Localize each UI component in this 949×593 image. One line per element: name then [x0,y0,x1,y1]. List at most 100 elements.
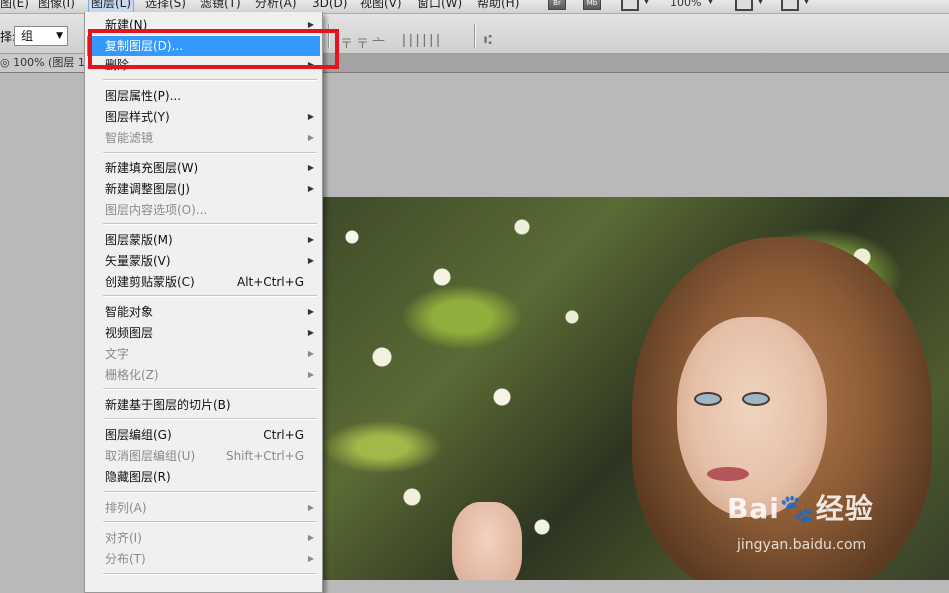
bridge-icon[interactable]: Br [548,0,566,10]
photo-hand [452,502,522,580]
menu-item-label: 新建填充图层(W) [105,161,199,175]
menu-item-layer-properties[interactable]: 图层属性(P)... [87,86,320,106]
menu-help[interactable]: 帮助(H) [477,0,519,12]
menu-item-label: 创建剪贴蒙版(C) [105,275,195,289]
extras-icon[interactable] [621,0,639,11]
menu-divider [103,388,317,390]
menu-divider [103,295,317,297]
menu-window[interactable]: 窗口(W) [417,0,462,12]
auto-align-icon[interactable]: ⑆ [484,33,495,48]
mini-bridge-icon[interactable]: Mb [583,0,601,10]
menu-select[interactable]: 选择(S) [145,0,186,12]
auto-select-dropdown[interactable]: 组 ▼ [14,26,68,46]
align-icons[interactable]: 〒〒亠 [340,33,388,52]
menu-item-label: 图层样式(Y) [105,110,170,124]
screen-mode-icon[interactable] [781,0,799,11]
menu-divider [103,79,317,81]
menu-item-label: 新建基于图层的切片(B) [105,398,231,412]
menu-divider [103,491,317,493]
menu-item-label: 栅格化(Z) [105,368,159,382]
menu-image[interactable]: 图像(I) [38,0,75,12]
distribute-icons[interactable]: ǀǀǀǀǀǀ [402,33,443,48]
menu-item-shortcut: Alt+Ctrl+G [236,275,304,289]
menu-item-label: 矢量蒙版(V) [105,254,171,268]
menu-item-shortcut: Ctrl+G [263,428,304,442]
menu-analysis[interactable]: 分析(A) [255,0,297,12]
submenu-arrow-icon: ▶ [307,503,314,512]
divider [474,24,476,48]
chevron-down-icon[interactable]: ▼ [757,0,764,6]
menu-item-video-layer[interactable]: 视频图层 ▶ [87,323,320,343]
submenu-arrow-icon: ▶ [307,328,314,337]
menu-item-label: 智能对象 [105,305,154,319]
menu-item-arrange[interactable]: 排列(A) ▶ [87,498,320,518]
menu-item-vector-mask[interactable]: 矢量蒙版(V) ▶ [87,251,320,271]
menu-item-label: 视频图层 [105,326,154,340]
menu-item-label: 文字 [105,347,130,361]
menu-item-layer-style[interactable]: 图层样式(Y) ▶ [87,107,320,127]
menu-divider [103,223,317,225]
menu-filter[interactable]: 滤镜(T) [200,0,241,12]
submenu-arrow-icon: ▶ [307,163,314,172]
zoom-level[interactable]: 100% [670,0,701,9]
menu-divider [103,418,317,420]
menu-item-group-layers[interactable]: 图层编组(G) Ctrl+G [87,425,320,445]
menu-item-label: 新建调整图层(J) [105,182,190,196]
menu-item-smart-filter[interactable]: 智能滤镜 ▶ [87,128,320,148]
menu-item-type[interactable]: 文字 ▶ [87,344,320,364]
menu-view[interactable]: 视图(V) [360,0,402,12]
menu-item-layer-content-options[interactable]: 图层内容选项(O)... [87,200,320,220]
submenu-arrow-icon: ▶ [307,235,314,244]
menu-item-align[interactable]: 对齐(I) ▶ [87,528,320,548]
menu-item-label: 排列(A) [105,501,147,515]
layer-menu: 新建(N) ▶ 复制图层(D)... 删除 ▶ 图层属性(P)... 图层样式(… [84,12,323,593]
arrange-documents-icon[interactable] [735,0,753,11]
menu-item-new-adjustment-layer[interactable]: 新建调整图层(J) ▶ [87,179,320,199]
submenu-arrow-icon: ▶ [307,133,314,142]
menu-item-label: 图层内容选项(O)... [105,203,208,217]
watermark-url: jingyan.baidu.com [737,537,867,553]
auto-select-value: 组 [21,29,34,43]
menu-divider [103,152,317,154]
chevron-down-icon: ▼ [56,31,63,41]
submenu-arrow-icon: ▶ [307,370,314,379]
menu-item-rasterize[interactable]: 栅格化(Z) ▶ [87,365,320,385]
menu-item-layer-mask[interactable]: 图层蒙版(M) ▶ [87,230,320,250]
menu-item-shortcut: Shift+Ctrl+G [225,449,304,463]
submenu-arrow-icon: ▶ [307,554,314,563]
menu-item-label: 图层蒙版(M) [105,233,173,247]
photo-lips [707,467,749,481]
menu-item-label: 对齐(I) [105,531,142,545]
menu-item-label: 图层编组(G) [105,428,172,442]
menu-item-label: 隐藏图层(R) [105,470,171,484]
menu-item-new-fill-layer[interactable]: 新建填充图层(W) ▶ [87,158,320,178]
menu-item-label: 图层属性(P)... [105,89,182,103]
menu-item-create-clipping-mask[interactable]: 创建剪贴蒙版(C) Alt+Ctrl+G [87,272,320,292]
submenu-arrow-icon: ▶ [307,256,314,265]
chevron-down-icon[interactable]: ▼ [643,0,650,6]
menu-item-label: 取消图层编组(U) [105,449,196,463]
menu-divider [103,573,317,575]
menu-item-smart-object[interactable]: 智能对象 ▶ [87,302,320,322]
submenu-arrow-icon: ▶ [307,349,314,358]
menu-item-ungroup-layers[interactable]: 取消图层编组(U) Shift+Ctrl+G [87,446,320,466]
submenu-arrow-icon: ▶ [307,533,314,542]
submenu-arrow-icon: ▶ [307,307,314,316]
menu-edit[interactable]: 图(E) [0,0,29,12]
baidu-watermark: Bai🐾经验 [727,492,874,525]
menu-item-label: 智能滤镜 [105,131,154,145]
annotation-highlight-box [88,29,339,69]
menu-item-distribute[interactable]: 分布(T) ▶ [87,549,320,569]
photo-eye-left [694,392,722,406]
menu-item-hide-layers[interactable]: 隐藏图层(R) [87,467,320,487]
chevron-down-icon[interactable]: ▼ [803,0,810,6]
menu-divider [103,521,317,523]
menu-item-label: 分布(T) [105,552,146,566]
photo-eye-right [742,392,770,406]
menu-3d[interactable]: 3D(D) [312,0,347,12]
menu-item-new-layer-based-slice[interactable]: 新建基于图层的切片(B) [87,395,320,415]
submenu-arrow-icon: ▶ [307,184,314,193]
submenu-arrow-icon: ▶ [307,112,314,121]
chevron-down-icon[interactable]: ▼ [707,0,714,6]
canvas-photo[interactable]: Bai🐾经验 jingyan.baidu.com [322,197,949,580]
